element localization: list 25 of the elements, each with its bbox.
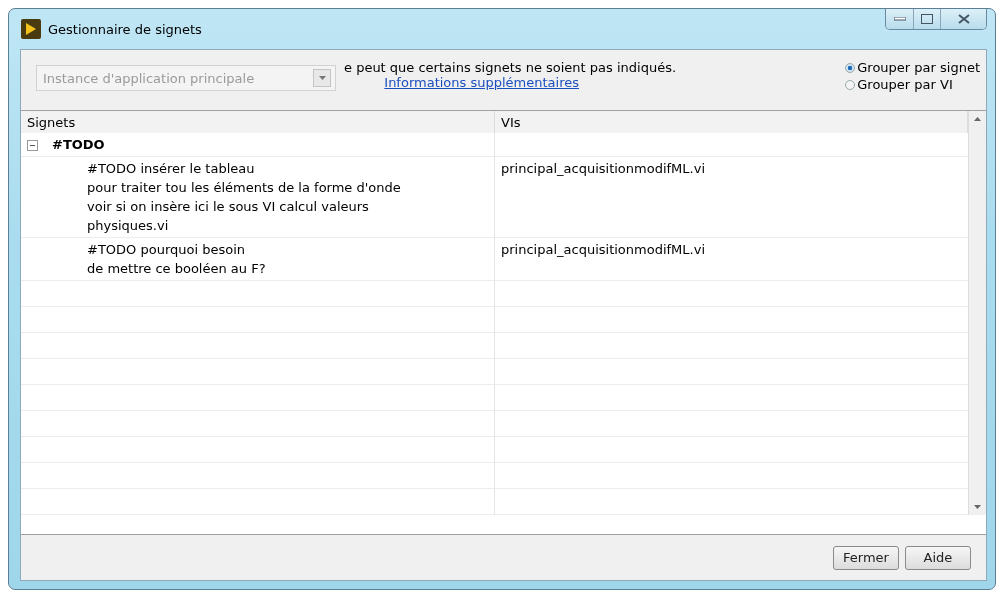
collapse-icon[interactable] bbox=[27, 140, 38, 151]
scroll-down-icon[interactable] bbox=[974, 505, 981, 509]
dialog-button[interactable]: Fermer bbox=[833, 545, 899, 570]
scroll-up-icon[interactable] bbox=[974, 117, 981, 121]
dialog-button[interactable]: Aide bbox=[905, 545, 971, 570]
close-icon bbox=[957, 14, 970, 24]
app-icon bbox=[20, 18, 42, 40]
scrollbar[interactable] bbox=[968, 111, 986, 515]
column-header[interactable]: Signets bbox=[21, 111, 495, 133]
maximize-icon bbox=[921, 14, 933, 24]
vi-cell: principal_acquisitionmodifML.vi bbox=[495, 157, 968, 238]
column-header[interactable]: VIs bbox=[495, 111, 968, 133]
close-button[interactable] bbox=[940, 9, 986, 29]
maximize-button[interactable] bbox=[913, 9, 940, 29]
vi-cell: principal_acquisitionmodifML.vi bbox=[495, 238, 968, 281]
minimize-icon bbox=[893, 17, 906, 21]
window-title: Gestionnaire de signets bbox=[48, 21, 203, 37]
bookmark-cell[interactable]: #TODO pourquoi besoin de mettre ce booléen au F? bbox=[21, 238, 495, 281]
notice-text: e peut que certains signets ne soient pas indiqués. bbox=[344, 60, 677, 75]
more-info-link[interactable]: Informations supplémentaires bbox=[384, 75, 579, 90]
group-label: #TODO bbox=[52, 136, 105, 154]
grouping-radio[interactable]: Grouper par signet bbox=[845, 60, 980, 75]
tree-group-cell[interactable]: #TODO bbox=[21, 133, 495, 157]
bookmark-cell[interactable]: #TODO insérer le tableau pour traiter tou les éléments de la forme d'onde voir si on insère ici le sous VI calcul valeurs physiques.vi bbox=[21, 157, 495, 238]
grouping-radio[interactable]: Grouper par VI bbox=[845, 77, 980, 92]
